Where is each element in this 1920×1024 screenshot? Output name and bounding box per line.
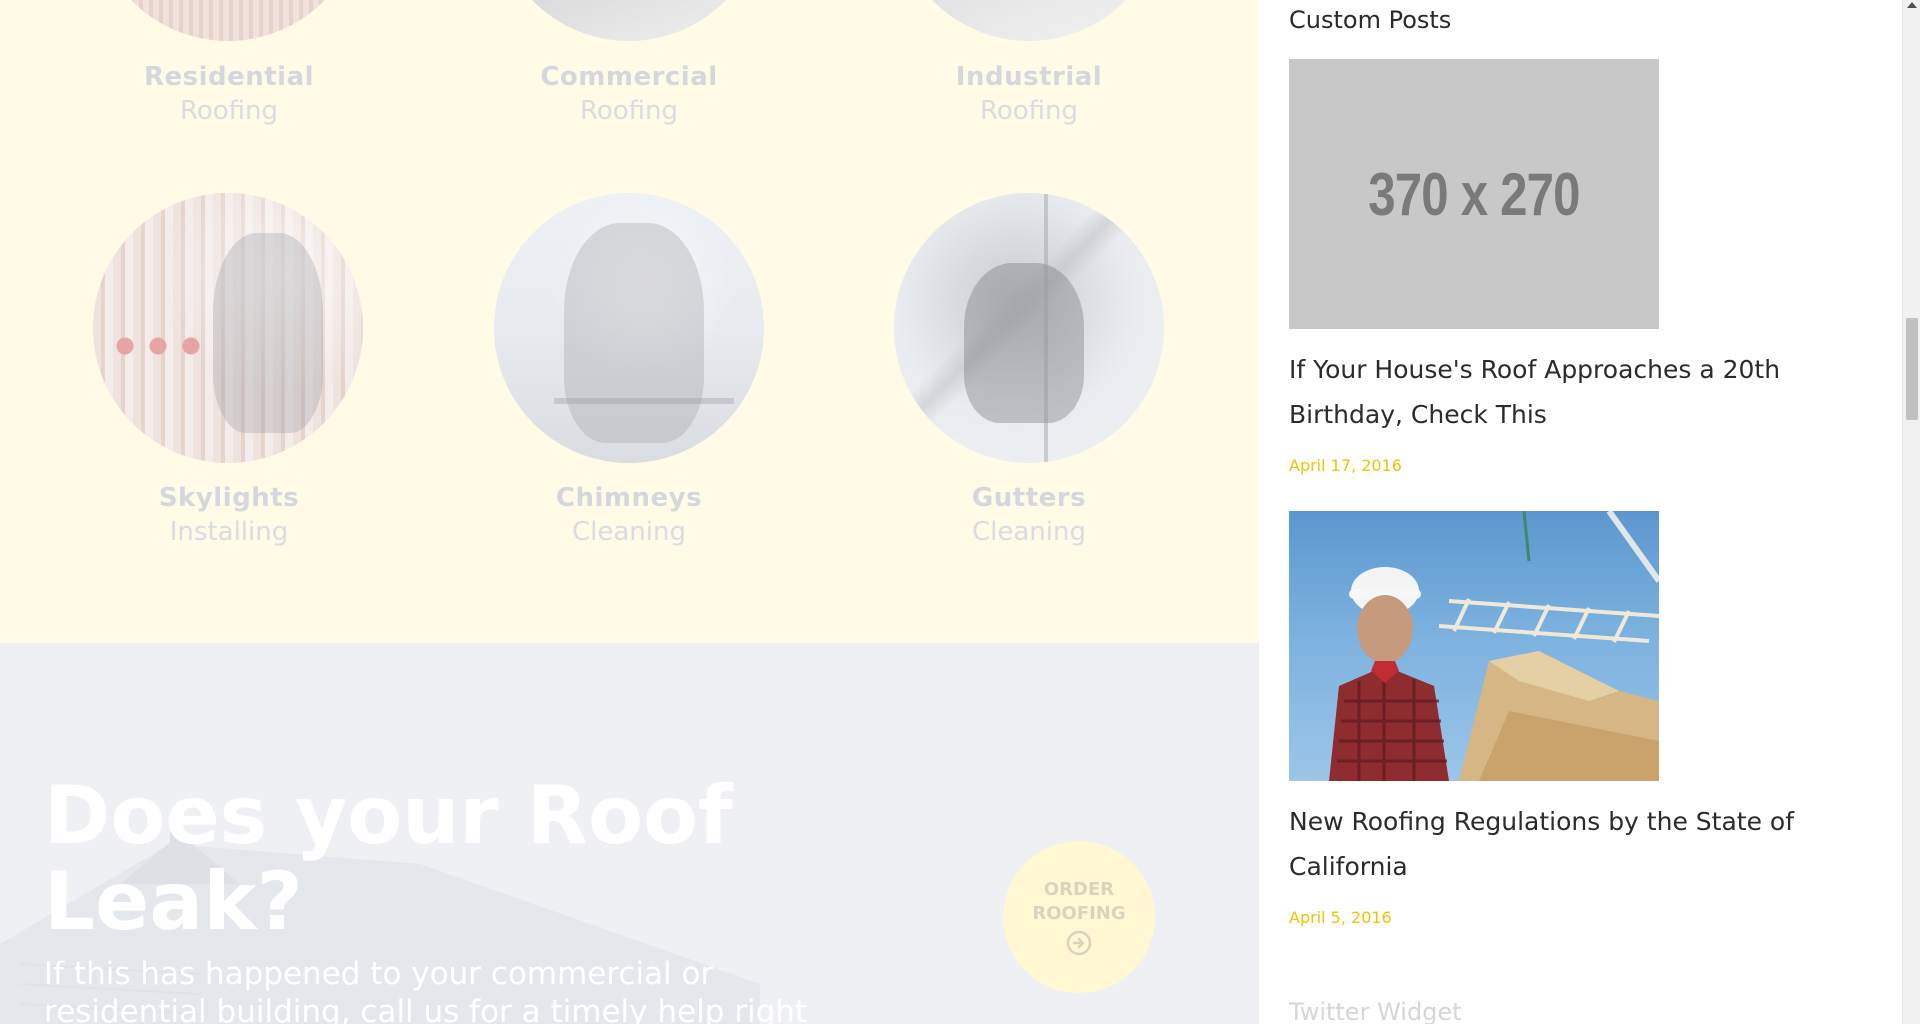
roofer-photo <box>1329 511 1659 781</box>
post-thumbnail[interactable]: 370 x 270 <box>1289 59 1659 329</box>
post-date: April 17, 2016 <box>1289 456 1402 475</box>
service-image-industrial[interactable] <box>894 0 1164 41</box>
post-title-link[interactable]: New Roofing Regulations by the State of … <box>1289 799 1899 889</box>
arrow-circle-right-icon <box>1066 930 1092 956</box>
service-industrial[interactable]: Industrial Roofing <box>889 62 1169 126</box>
service-image-skylights[interactable] <box>93 193 363 463</box>
service-title: Skylights <box>158 483 300 513</box>
post-date: April 5, 2016 <box>1289 908 1392 927</box>
service-residential[interactable]: Residential Roofing <box>89 62 369 126</box>
service-image-commercial[interactable] <box>494 0 764 41</box>
service-title: Gutters <box>971 483 1087 513</box>
sidebar: Custom Posts 370 x 270 If Your House's R… <box>1259 0 1902 1024</box>
service-subtitle: Cleaning <box>572 517 686 547</box>
service-skylights[interactable]: Skylights Installing <box>89 483 369 547</box>
main-content: Residential Roofing Commercial Roofing I… <box>0 0 1259 1024</box>
scrollbar-thumb[interactable] <box>1906 318 1918 420</box>
service-subtitle: Roofing <box>179 96 279 126</box>
twitter-widget-title: Twitter Widget <box>1289 998 1462 1024</box>
services-section: Residential Roofing Commercial Roofing I… <box>0 0 1259 643</box>
service-subtitle: Installing <box>169 517 289 547</box>
post-thumbnail[interactable] <box>1289 511 1659 781</box>
order-roofing-button[interactable]: ORDER ROOFING <box>1003 841 1155 993</box>
post-title-link[interactable]: If Your House's Roof Approaches a 20th B… <box>1289 347 1899 437</box>
service-image-chimneys[interactable] <box>494 193 764 463</box>
service-title: Chimneys <box>555 483 703 513</box>
custom-posts-title: Custom Posts <box>1289 6 1452 34</box>
service-gutters[interactable]: Gutters Cleaning <box>889 483 1169 547</box>
service-image-gutters[interactable] <box>894 193 1164 463</box>
banner-heading: Does your Roof Leak? <box>44 769 733 948</box>
scroll-up-arrow-icon[interactable] <box>1907 2 1917 8</box>
service-chimneys[interactable]: Chimneys Cleaning <box>489 483 769 547</box>
roof-leak-banner: Does your Roof Leak? If this has happene… <box>0 643 1259 1024</box>
service-title: Industrial <box>955 62 1103 92</box>
banner-text: If this has happened to your commercial … <box>44 956 808 1024</box>
service-title: Residential <box>143 62 315 92</box>
service-subtitle: Roofing <box>979 96 1079 126</box>
placeholder-dimensions: 370 x 270 <box>1368 160 1580 228</box>
order-roofing-label: ORDER ROOFING <box>1032 879 1126 924</box>
service-subtitle: Roofing <box>579 96 679 126</box>
service-commercial[interactable]: Commercial Roofing <box>489 62 769 126</box>
service-image-residential[interactable] <box>93 0 363 41</box>
service-title: Commercial <box>540 62 718 92</box>
page-scrollbar[interactable] <box>1902 0 1920 1024</box>
service-subtitle: Cleaning <box>972 517 1086 547</box>
